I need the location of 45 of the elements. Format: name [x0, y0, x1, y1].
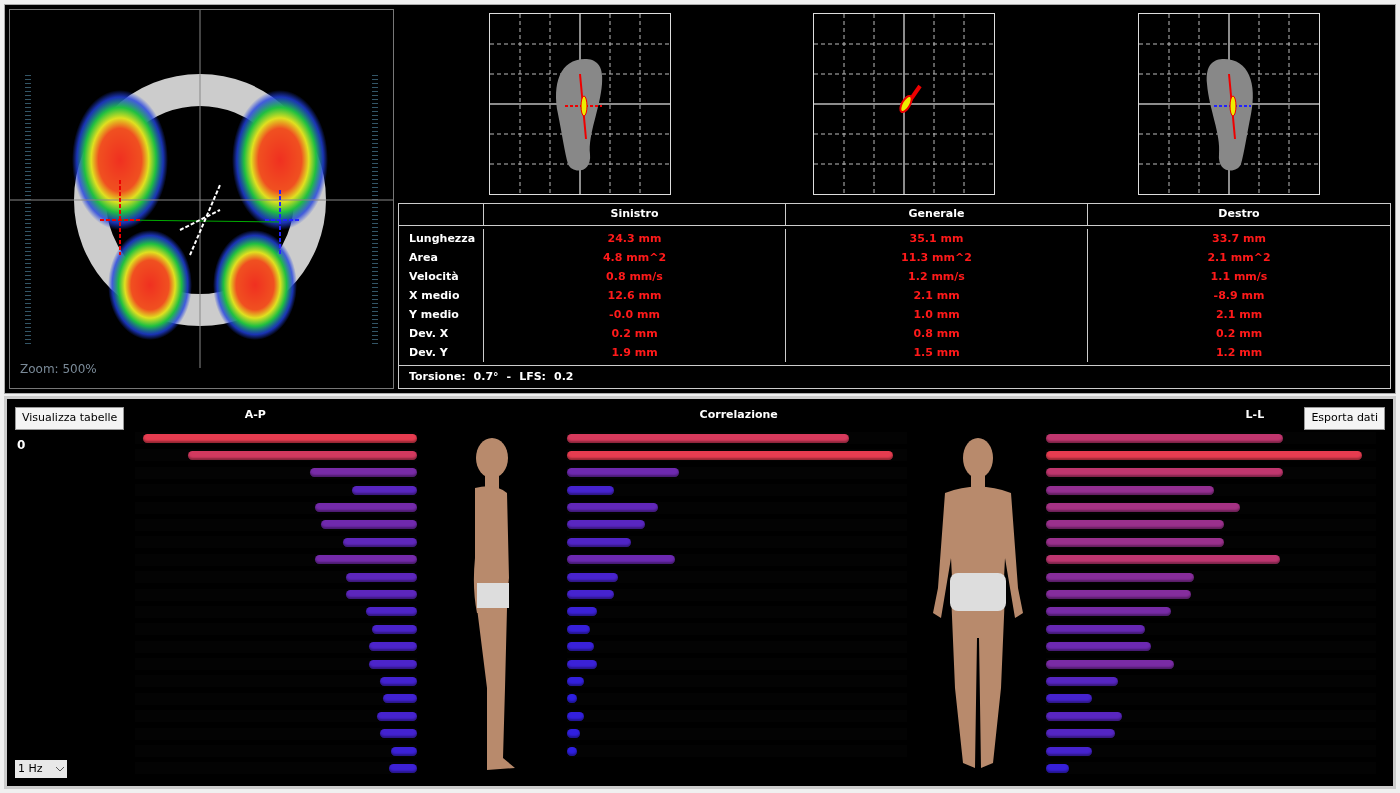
chevron-down-icon [56, 766, 64, 772]
row-label: Dev. X [409, 326, 450, 342]
frequency-dropdown[interactable]: 1 Hz [15, 760, 67, 778]
table-value: 1.5 mm [913, 345, 960, 361]
show-tables-button[interactable]: Visualizza tabelle [15, 407, 125, 430]
counter-value: 0 [16, 436, 27, 454]
ll-title: L-L [1245, 407, 1265, 423]
table-value: 1.1 mm/s [1210, 269, 1268, 285]
separator-text: - [506, 368, 512, 385]
row-label: Velocità [409, 269, 460, 285]
torsion-value: 0.7° [473, 368, 499, 385]
table-value: 12.6 mm [607, 288, 662, 304]
row-label: Y medio [409, 307, 460, 323]
row-label: Lunghezza [409, 231, 477, 247]
table-value: 1.2 mm/s [908, 269, 965, 285]
table-value: -8.9 mm [1213, 288, 1265, 304]
table-value: 33.7 mm [1212, 231, 1266, 247]
table-value: 0.2 mm [611, 326, 658, 342]
zoom-label: Zoom: 500% [20, 361, 97, 378]
lfs-value: 0.2 [554, 368, 574, 385]
table-value: 4.8 mm^2 [602, 250, 667, 266]
export-data-button[interactable]: Esporta dati [1304, 407, 1385, 430]
table-value: 24.3 mm [607, 231, 662, 247]
torsion-label: Torsione: [409, 368, 466, 385]
column-header: Generale [908, 206, 965, 223]
table-value: 1.2 mm [1215, 345, 1263, 361]
table-value: 2.1 mm [913, 288, 960, 304]
column-header: Destro [1218, 206, 1260, 223]
table-value: 11.3 mm^2 [901, 250, 972, 266]
correlation-title: Correlazione [699, 407, 778, 423]
lfs-label: LFS: [519, 368, 547, 385]
row-label: X medio [409, 288, 461, 304]
row-label: Dev. Y [409, 345, 449, 361]
table-value: 0.8 mm/s [606, 269, 663, 285]
ap-title: A-P [244, 407, 266, 423]
table-value: 0.8 mm [913, 326, 960, 342]
table-value: 1.0 mm [913, 307, 960, 323]
column-header: Sinistro [610, 206, 659, 223]
table-value: 2.1 mm [1215, 307, 1263, 323]
table-value: -0.0 mm [609, 307, 660, 323]
table-value: 0.2 mm [1215, 326, 1263, 342]
table-value: 1.9 mm [611, 345, 658, 361]
table-value: 35.1 mm [909, 231, 964, 247]
table-value: 2.1 mm^2 [1207, 250, 1271, 266]
row-label: Area [409, 250, 439, 266]
